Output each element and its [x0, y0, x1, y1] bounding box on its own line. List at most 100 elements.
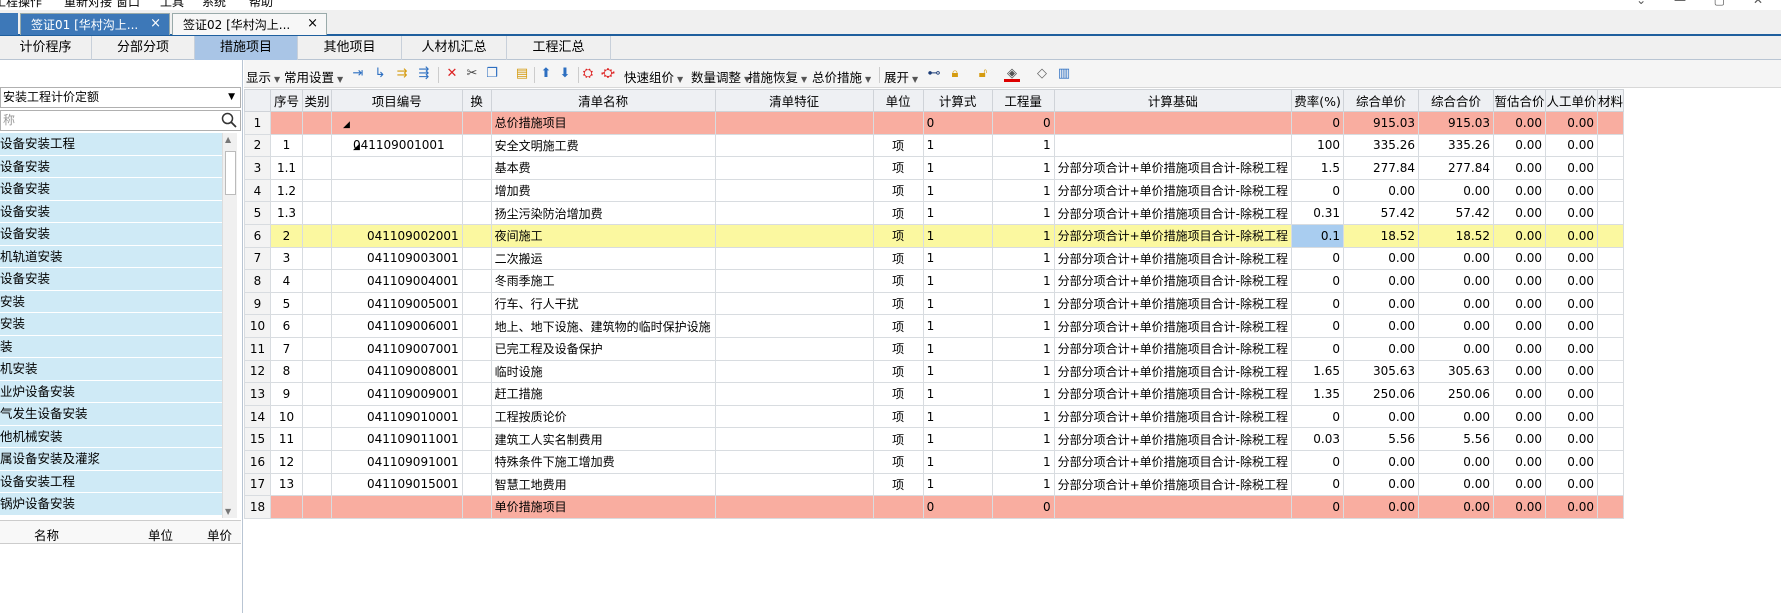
- cell-material[interactable]: [1597, 201, 1625, 225]
- cell-unit-price[interactable]: 0.00: [1343, 246, 1420, 271]
- cell-name[interactable]: 智慧工地费用: [490, 472, 716, 497]
- cell-huan[interactable]: [461, 382, 492, 406]
- column-header[interactable]: 综合合价: [1418, 89, 1495, 112]
- cell-code[interactable]: 041109011001: [331, 427, 463, 451]
- cell-code[interactable]: 041109003001: [331, 246, 463, 271]
- cell-code[interactable]: 041109002001: [331, 223, 463, 248]
- cell-qty[interactable]: 1: [991, 156, 1055, 180]
- cell-est[interactable]: 0.00: [1493, 133, 1547, 158]
- cell-total[interactable]: 0.00: [1418, 314, 1495, 338]
- cell-seq[interactable]: 8: [270, 359, 303, 384]
- cell-qty[interactable]: 1: [991, 201, 1055, 225]
- cell-total[interactable]: 5.56: [1418, 427, 1495, 451]
- cell-unit-price[interactable]: 57.42: [1343, 201, 1420, 225]
- cell-total[interactable]: 0.00: [1418, 472, 1495, 497]
- search-icon[interactable]: [221, 112, 237, 128]
- cell-name[interactable]: 特殊条件下施工增加费: [490, 449, 716, 474]
- cell-unit-price[interactable]: 0.00: [1343, 495, 1420, 519]
- cell-material[interactable]: [1597, 111, 1625, 135]
- cell-idx[interactable]: 1: [244, 111, 271, 135]
- cell-formula[interactable]: 1: [922, 359, 993, 384]
- cell-base[interactable]: [1053, 133, 1293, 158]
- cell-labor[interactable]: 0.00: [1545, 404, 1599, 429]
- tree-item[interactable]: 设备安装工程: [0, 470, 225, 493]
- cell-material[interactable]: [1597, 246, 1625, 271]
- cell-name[interactable]: 夜间施工: [490, 223, 716, 248]
- table-row[interactable]: 7 3 041109003001 二次搬运项 1 1 分部分项合计+单价措施项目合计-除税工…: [244, 246, 1625, 271]
- cell-qty[interactable]: 1: [991, 404, 1055, 429]
- cell-huan[interactable]: [461, 314, 492, 338]
- cell-material[interactable]: [1597, 404, 1625, 429]
- tab-project-summary[interactable]: 工程汇总: [507, 36, 611, 60]
- cell-formula[interactable]: 1: [922, 223, 993, 248]
- cell-code[interactable]: 041109015001: [331, 472, 463, 497]
- cell-unit-price[interactable]: 0.00: [1343, 269, 1420, 293]
- cell-seq[interactable]: [270, 495, 303, 519]
- cell-est[interactable]: 0.00: [1493, 111, 1547, 135]
- cell-material[interactable]: [1597, 495, 1625, 519]
- cell-rate[interactable]: 0.03: [1291, 427, 1345, 451]
- cell-seq[interactable]: 5: [270, 291, 303, 316]
- unlock-quota-icon[interactable]: ⛮: [600, 66, 616, 82]
- cell-rate[interactable]: 100: [1291, 133, 1345, 158]
- cell-total[interactable]: 0.00: [1418, 495, 1495, 519]
- column-header[interactable]: 计算式: [922, 89, 993, 112]
- cell-labor[interactable]: 0.00: [1545, 427, 1599, 451]
- cell-cat[interactable]: [302, 382, 332, 406]
- cell-formula[interactable]: 0: [922, 111, 993, 135]
- cell-cat[interactable]: [302, 404, 332, 429]
- cell-name[interactable]: 赶工措施: [490, 382, 716, 406]
- cell-formula[interactable]: 1: [922, 404, 993, 429]
- cell-formula[interactable]: 1: [922, 201, 993, 225]
- cell-idx[interactable]: 15: [244, 427, 271, 451]
- cell-rate[interactable]: 1.35: [1291, 382, 1345, 406]
- window-controls[interactable]: ⌄ — ▢ ✕: [1636, 0, 1775, 7]
- cell-labor[interactable]: 0.00: [1545, 472, 1599, 497]
- cell-formula[interactable]: 0: [922, 495, 993, 519]
- measure-restore-menu[interactable]: 措施恢复 ▼: [748, 67, 807, 86]
- cell-total[interactable]: 0.00: [1418, 291, 1495, 316]
- cell-seq[interactable]: 12: [270, 449, 303, 474]
- tree-item[interactable]: 设备安装工程: [0, 133, 225, 156]
- cell-name[interactable]: 地上、地下设施、建筑物的临时保护设施: [490, 314, 716, 338]
- document-tab[interactable]: 签证02 [华村沟上... ×: [172, 13, 327, 35]
- tab-other-items[interactable]: 其他项目: [298, 36, 402, 60]
- cell-total[interactable]: 915.03: [1418, 111, 1495, 135]
- delete-icon[interactable]: ✕: [444, 66, 460, 82]
- cell-code[interactable]: 041109006001: [331, 314, 463, 338]
- tree-item[interactable]: 设备安装: [0, 223, 225, 246]
- qty-adjust-menu[interactable]: 数量调整 ▼: [691, 67, 750, 86]
- table-row[interactable]: 6 2 041109002001 夜间施工项 1 1 分部分项合计+单价措施项目合计-除税工…: [244, 223, 1625, 248]
- cell-formula[interactable]: 1: [922, 178, 993, 203]
- cell-material[interactable]: [1597, 382, 1625, 406]
- cell-unit-price[interactable]: 915.03: [1343, 111, 1420, 135]
- column-header[interactable]: [244, 89, 271, 112]
- cell-cat[interactable]: [302, 427, 332, 451]
- tree-item[interactable]: 气发生设备安装: [0, 403, 225, 426]
- cell-unit[interactable]: 项: [872, 382, 924, 406]
- cell-huan[interactable]: [461, 495, 492, 519]
- cell-total[interactable]: 0.00: [1418, 449, 1495, 474]
- cell-unit[interactable]: 项: [872, 156, 924, 180]
- cell-feature[interactable]: [714, 269, 874, 293]
- cell-feature[interactable]: [714, 291, 874, 316]
- cell-feature[interactable]: [714, 133, 874, 158]
- cell-name[interactable]: 扬尘污染防治增加费: [490, 201, 716, 225]
- cell-code[interactable]: 041109010001: [331, 404, 463, 429]
- cell-labor[interactable]: 0.00: [1545, 223, 1599, 248]
- cell-formula[interactable]: 1: [922, 269, 993, 293]
- table-row[interactable]: 16 12 041109091001 特殊条件下施工增加费项 1 1 分部分项合计+单价措施…: [244, 449, 1625, 474]
- cell-unit[interactable]: 项: [872, 336, 924, 361]
- table-row[interactable]: 5 1.3 扬尘污染防治增加费项 1 1 分部分项合计+单价措施项目合计-除税工程 0.31…: [244, 201, 1625, 225]
- cell-name[interactable]: 已完工程及设备保护: [490, 336, 716, 361]
- cell-unit-price[interactable]: 305.63: [1343, 359, 1420, 384]
- tab-sub-items[interactable]: 分部分项: [92, 36, 195, 60]
- cell-name[interactable]: 安全文明施工费: [490, 133, 716, 158]
- table-row[interactable]: 10 6 041109006001 地上、地下设施、建筑物的临时保护设施项 1 1 分部分项…: [244, 314, 1625, 338]
- cell-seq[interactable]: 2: [270, 223, 303, 248]
- cell-unit[interactable]: 项: [872, 291, 924, 316]
- cell-base[interactable]: 分部分项合计+单价措施项目合计-除税工程: [1053, 178, 1293, 203]
- cell-unit[interactable]: 项: [872, 427, 924, 451]
- scroll-up-icon[interactable]: ▲: [225, 135, 231, 144]
- cell-base[interactable]: 分部分项合计+单价措施项目合计-除税工程: [1053, 291, 1293, 316]
